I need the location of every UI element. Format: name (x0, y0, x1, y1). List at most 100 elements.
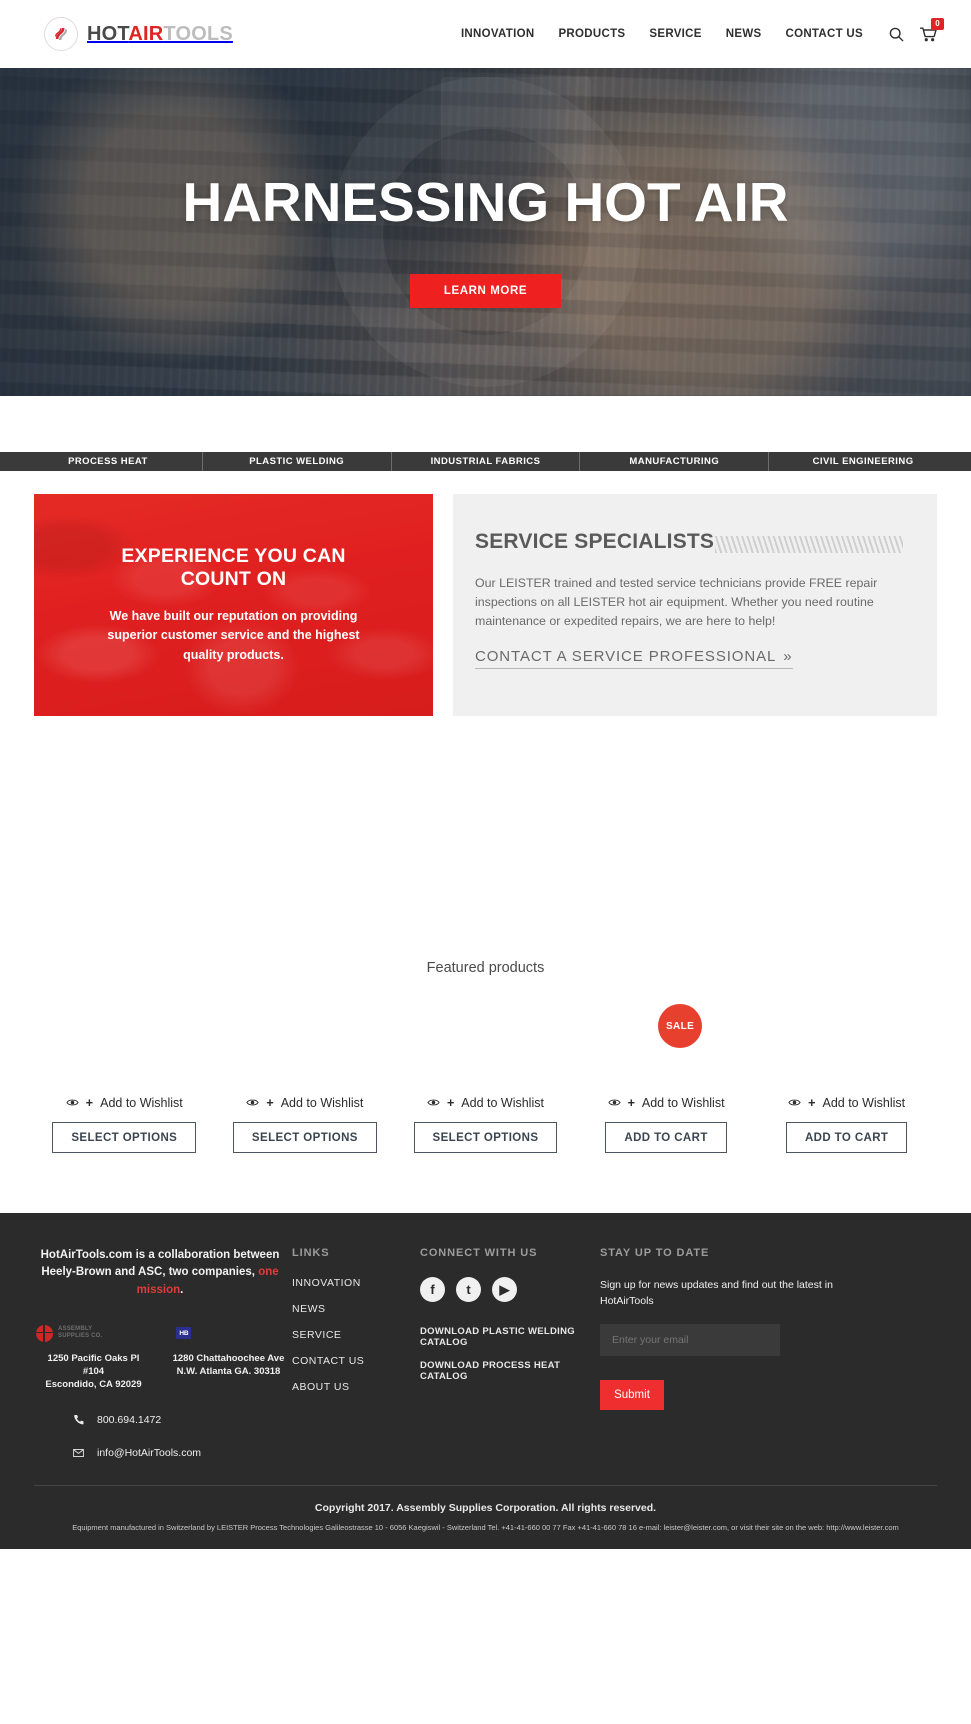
service-card-title-text: SERVICE SPECIALISTS (475, 530, 715, 553)
footer-social-links: f t ▶ (420, 1277, 600, 1302)
download-plastic-welding-catalog-link[interactable]: DOWNLOAD PLASTIC WELDING CATALOG (420, 1326, 600, 1348)
assembly-supplies-logo-icon: ASSEMBLY SUPPLIES CO. (36, 1324, 102, 1342)
wishlist-plus-icon: + (85, 1096, 94, 1110)
product-thumbnail[interactable] (756, 988, 937, 1084)
product-thumbnail[interactable] (215, 988, 396, 1084)
asc-logo-text: ASSEMBLY SUPPLIES CO. (58, 1326, 102, 1341)
footer-links-column: LINKS INNOVATION NEWS SERVICE CONTACT US… (292, 1247, 420, 1459)
cart-count-badge: 0 (931, 17, 944, 30)
product-card[interactable]: SALE + Add to Wishlist ADD TO CART (576, 988, 757, 1153)
featured-products-list: + Add to Wishlist SELECT OPTIONS + Add t… (0, 976, 971, 1153)
facebook-icon[interactable]: f (420, 1277, 445, 1302)
footer-about-column: HotAirTools.com is a collaboration betwe… (34, 1247, 292, 1459)
product-thumbnail[interactable] (34, 988, 215, 1084)
contact-service-professional-link[interactable]: CONTACT A SERVICE PROFESSIONAL » (475, 648, 793, 669)
hero-title: HARNESSING HOT AIR (182, 170, 789, 233)
promo-title: EXPERIENCE YOU CAN COUNT ON (121, 545, 346, 591)
asc-mark-icon (36, 1324, 53, 1342)
featured-top-spacer (0, 716, 971, 946)
product-card[interactable]: + Add to Wishlist ADD TO CART (756, 988, 937, 1153)
footer-newsletter-heading: STAY UP TO DATE (600, 1247, 710, 1259)
category-industrial-fabrics[interactable]: INDUSTRIAL FABRICS (392, 452, 581, 471)
search-icon[interactable] (889, 27, 904, 42)
nav-item-innovation[interactable]: INNOVATION (449, 28, 547, 40)
download-process-heat-catalog-link[interactable]: DOWNLOAD PROCESS HEAT CATALOG (420, 1360, 600, 1382)
hero-banner: HARNESSING HOT AIR LEARN MORE (0, 68, 971, 396)
newsletter-email-input[interactable] (600, 1323, 780, 1356)
logo-text-tools: TOOLS (163, 23, 233, 45)
footer-connect-column: CONNECT WITH US f t ▶ DOWNLOAD PLASTIC W… (420, 1247, 600, 1459)
footer-phone-number: 800.694.1472 (97, 1413, 162, 1426)
hero-bottom-spacer (0, 396, 971, 452)
category-navigation-bar: PROCESS HEAT PLASTIC WELDING INDUSTRIAL … (0, 452, 971, 471)
service-specialists-card: SERVICE SPECIALISTS Our LEISTER trained … (453, 494, 937, 716)
wishlist-label: Add to Wishlist (280, 1096, 364, 1110)
add-to-wishlist-3[interactable]: + Add to Wishlist (427, 1096, 544, 1110)
nav-item-service[interactable]: SERVICE (637, 28, 713, 40)
eye-icon (246, 1096, 259, 1110)
hero-learn-more-button[interactable]: LEARN MORE (409, 273, 562, 308)
nav-item-news[interactable]: NEWS (714, 28, 774, 40)
nav-item-contact-us[interactable]: CONTACT US (773, 28, 875, 40)
newsletter-submit-button[interactable]: Submit (600, 1379, 664, 1410)
footer-partner-logos: ASSEMBLY SUPPLIES CO. HB (34, 1324, 286, 1342)
add-to-wishlist-2[interactable]: + Add to Wishlist (246, 1096, 363, 1110)
footer-email-row[interactable]: info@HotAirTools.com (34, 1447, 286, 1459)
wishlist-label: Add to Wishlist (100, 1096, 183, 1110)
wishlist-plus-icon: + (627, 1096, 635, 1110)
footer-link-contact-us[interactable]: CONTACT US (292, 1355, 420, 1367)
eye-icon (607, 1096, 621, 1110)
footer-about-lead-2: . (180, 1283, 184, 1296)
product-action-button-1[interactable]: SELECT OPTIONS (52, 1122, 197, 1153)
nav-item-products[interactable]: PRODUCTS (546, 28, 637, 40)
product-action-button-5[interactable]: ADD TO CART (785, 1122, 908, 1153)
feature-cards-row: EXPERIENCE YOU CAN COUNT ON We have buil… (0, 471, 971, 716)
logo-text-hot: HOT (87, 23, 129, 45)
add-to-wishlist-5[interactable]: + Add to Wishlist (788, 1096, 905, 1110)
product-action-button-4[interactable]: ADD TO CART (605, 1122, 727, 1153)
footer-link-service[interactable]: SERVICE (292, 1329, 420, 1341)
phone-icon (72, 1414, 85, 1425)
footer-links-heading: LINKS (292, 1247, 330, 1259)
footer-about-text: HotAirTools.com is a collaboration betwe… (34, 1247, 286, 1299)
wishlist-label: Add to Wishlist (641, 1096, 725, 1110)
hatch-decoration (715, 536, 903, 553)
shopping-cart-icon[interactable]: 0 (920, 17, 944, 42)
promo-body: We have built our reputation on providin… (107, 608, 360, 662)
product-action-button-3[interactable]: SELECT OPTIONS (413, 1122, 558, 1153)
category-plastic-welding[interactable]: PLASTIC WELDING (203, 452, 392, 471)
product-card[interactable]: + Add to Wishlist SELECT OPTIONS (395, 988, 576, 1153)
footer-newsletter-subtext: Sign up for news updates and find out th… (600, 1279, 833, 1308)
address-atlanta: 1280 Chattahoochee Ave N.W. Atlanta GA. … (172, 1352, 285, 1378)
flame-swoosh-logo-icon (44, 17, 78, 51)
twitter-icon[interactable]: t (456, 1277, 481, 1302)
category-manufacturing[interactable]: MANUFACTURING (580, 452, 770, 471)
add-to-wishlist-4[interactable]: + Add to Wishlist (607, 1096, 725, 1110)
wishlist-label: Add to Wishlist (461, 1096, 544, 1110)
main-navigation: INNOVATION PRODUCTS SERVICE NEWS CONTACT… (449, 17, 944, 42)
category-process-heat[interactable]: PROCESS HEAT (14, 452, 203, 471)
footer-copyright: Copyright 2017. Assembly Supplies Corpor… (314, 1501, 657, 1514)
footer-link-innovation[interactable]: INNOVATION (292, 1277, 420, 1289)
site-logo[interactable]: HOTAIRTOOLS (44, 17, 233, 51)
footer-link-news[interactable]: NEWS (292, 1303, 420, 1315)
site-footer: HotAirTools.com is a collaboration betwe… (0, 1213, 971, 1549)
asc-logo-line2: SUPPLIES CO. (58, 1333, 103, 1340)
header-icon-group: 0 (889, 17, 944, 42)
eye-icon (788, 1096, 801, 1110)
experience-promo-card[interactable]: EXPERIENCE YOU CAN COUNT ON We have buil… (34, 494, 433, 716)
product-action-button-2[interactable]: SELECT OPTIONS (232, 1122, 377, 1153)
category-civil-engineering[interactable]: CIVIL ENGINEERING (769, 452, 957, 471)
product-card[interactable]: + Add to Wishlist SELECT OPTIONS (34, 988, 215, 1153)
add-to-wishlist-1[interactable]: + Add to Wishlist (66, 1096, 183, 1110)
footer-connect-heading: CONNECT WITH US (420, 1247, 538, 1259)
eye-icon (427, 1096, 440, 1110)
footer-phone-row[interactable]: 800.694.1472 (34, 1414, 286, 1426)
sale-badge: SALE (658, 1004, 703, 1048)
youtube-icon[interactable]: ▶ (492, 1277, 517, 1302)
product-thumbnail[interactable] (395, 988, 576, 1084)
featured-bottom-spacer (0, 1153, 971, 1213)
footer-link-about-us[interactable]: ABOUT US (292, 1381, 420, 1393)
logo-wordmark: HOTAIRTOOLS (87, 24, 233, 44)
product-card[interactable]: + Add to Wishlist SELECT OPTIONS (215, 988, 396, 1153)
